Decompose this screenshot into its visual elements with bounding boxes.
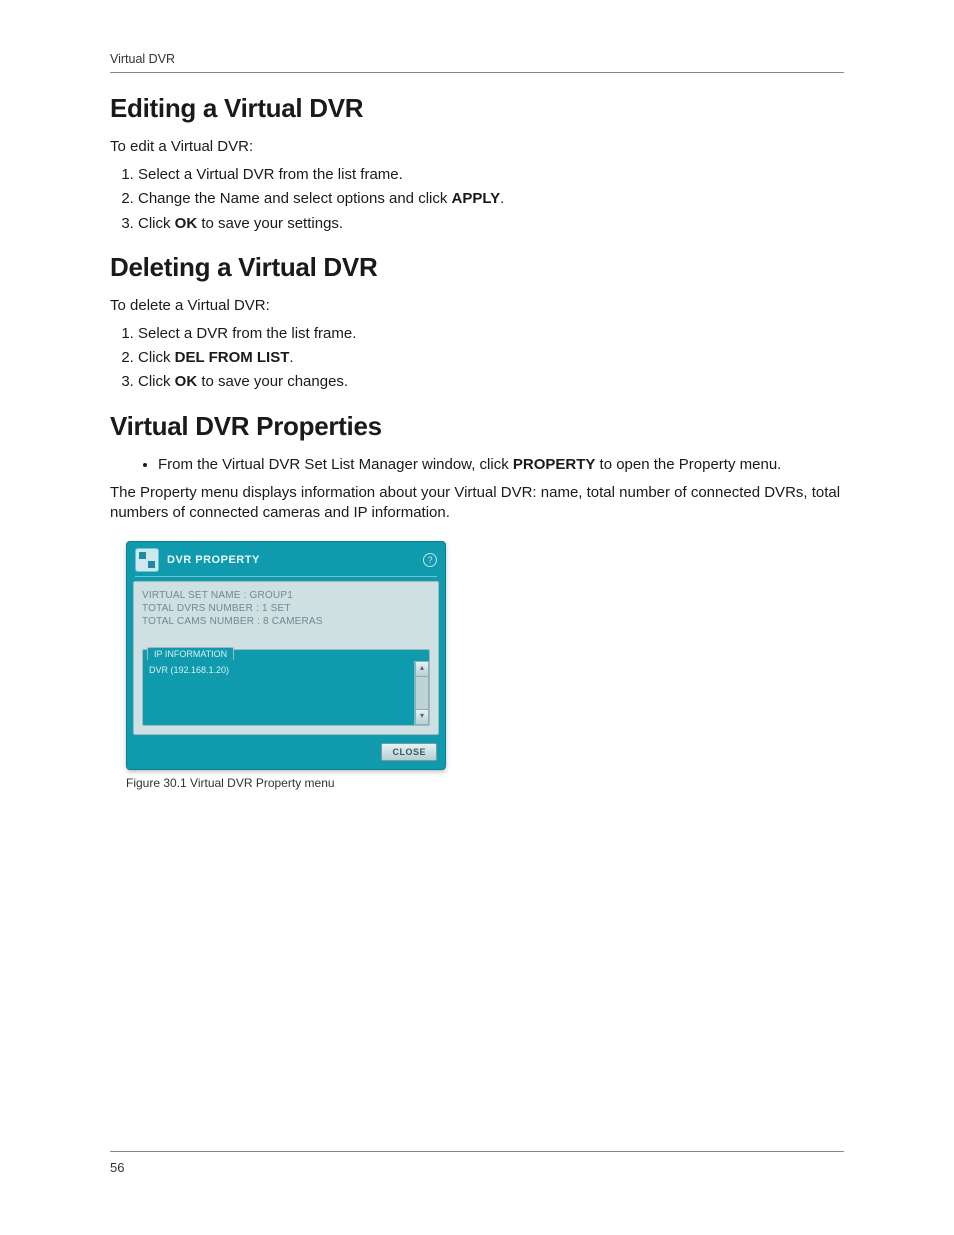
lead-deleting: To delete a Virtual DVR: — [110, 297, 844, 314]
edit-step-3-bold: OK — [175, 215, 198, 232]
ip-scrollbar[interactable]: ▴ ▾ — [414, 661, 429, 725]
close-button[interactable]: CLOSE — [381, 743, 437, 761]
scroll-up-icon[interactable]: ▴ — [415, 661, 429, 677]
edit-step-3-pre: Click — [138, 215, 175, 232]
ip-information-box: IP INFORMATION DVR (192.168.1.20) ▴ ▾ — [142, 649, 430, 726]
bullets-properties: From the Virtual DVR Set List Manager wi… — [110, 456, 844, 473]
page-number: 56 — [110, 1160, 124, 1175]
dvr-window-body: VIRTUAL SET NAME : GROUP1 TOTAL DVRS NUM… — [133, 581, 439, 735]
prop-body: The Property menu displays information a… — [110, 483, 844, 524]
dvr-window-header: DVR PROPERTY ? — [127, 542, 445, 576]
scroll-track[interactable] — [415, 677, 429, 709]
ip-information-tab: IP INFORMATION — [147, 647, 234, 660]
edit-step-3: Click OK to save your settings. — [138, 214, 844, 234]
edit-step-2-pre: Change the Name and select options and c… — [138, 190, 452, 207]
heading-deleting: Deleting a Virtual DVR — [110, 252, 844, 283]
ip-line-1: DVR (192.168.1.20) — [149, 665, 408, 675]
dvr-window-separator — [135, 576, 437, 577]
edit-step-2-post: . — [500, 190, 504, 207]
dvr-row-setname: VIRTUAL SET NAME : GROUP1 — [142, 590, 430, 601]
del-step-3-post: to save your changes. — [197, 373, 348, 390]
del-step-2-pre: Click — [138, 349, 175, 366]
del-step-2: Click DEL FROM LIST. — [138, 348, 844, 368]
del-step-3: Click OK to save your changes. — [138, 372, 844, 392]
dvr-window-title: DVR PROPERTY — [167, 554, 423, 566]
dvr-window-footer: CLOSE — [127, 741, 445, 769]
del-step-3-bold: OK — [175, 373, 198, 390]
running-header: Virtual DVR — [110, 52, 844, 73]
del-step-2-post: . — [289, 349, 293, 366]
prop-bullet-pre: From the Virtual DVR Set List Manager wi… — [158, 456, 513, 473]
heading-properties: Virtual DVR Properties — [110, 411, 844, 442]
dvr-window-icon — [135, 548, 159, 572]
figure-caption: Figure 30.1 Virtual DVR Property menu — [126, 776, 844, 790]
page-footer: 56 — [110, 1151, 844, 1175]
edit-step-2-bold: APPLY — [452, 190, 501, 207]
dvr-row-dvrs: TOTAL DVRS NUMBER : 1 SET — [142, 603, 430, 614]
prop-bullet-post: to open the Property menu. — [595, 456, 781, 473]
edit-step-3-post: to save your settings. — [197, 215, 343, 232]
help-icon[interactable]: ? — [423, 553, 437, 567]
del-step-3-pre: Click — [138, 373, 175, 390]
steps-editing: Select a Virtual DVR from the list frame… — [110, 165, 844, 234]
prop-bullet-bold: PROPERTY — [513, 456, 596, 473]
edit-step-2: Change the Name and select options and c… — [138, 189, 844, 209]
scroll-down-icon[interactable]: ▾ — [415, 709, 429, 725]
prop-bullet-1: From the Virtual DVR Set List Manager wi… — [158, 456, 844, 473]
ip-information-content: DVR (192.168.1.20) — [143, 661, 414, 725]
dvr-property-window: DVR PROPERTY ? VIRTUAL SET NAME : GROUP1… — [126, 541, 446, 770]
lead-editing: To edit a Virtual DVR: — [110, 138, 844, 155]
steps-deleting: Select a DVR from the list frame. Click … — [110, 324, 844, 393]
del-step-1: Select a DVR from the list frame. — [138, 324, 844, 344]
dvr-row-cams: TOTAL CAMS NUMBER : 8 CAMERAS — [142, 616, 430, 627]
edit-step-1: Select a Virtual DVR from the list frame… — [138, 165, 844, 185]
del-step-2-bold: DEL FROM LIST — [175, 349, 290, 366]
heading-editing: Editing a Virtual DVR — [110, 93, 844, 124]
page-content: Virtual DVR Editing a Virtual DVR To edi… — [110, 52, 844, 1175]
